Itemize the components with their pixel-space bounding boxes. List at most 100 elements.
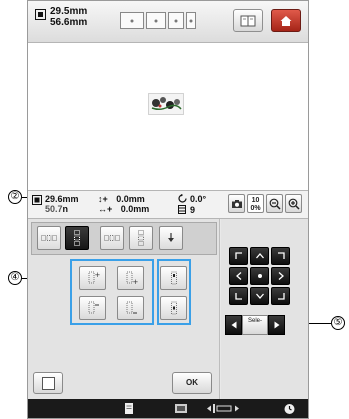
info-angle: 0.0° <box>190 194 207 204</box>
pattern-height: 56.6mm <box>50 17 88 28</box>
pattern-size-icon <box>32 195 42 205</box>
move-left-button[interactable] <box>229 267 248 285</box>
horizontal-offset-label: ↔+ <box>98 204 113 214</box>
help-book-icon <box>240 15 256 26</box>
center-top-button[interactable] <box>160 266 187 290</box>
vertical-offset-label: ↕+ <box>98 194 108 204</box>
embroidery-frame-indicator <box>120 12 198 29</box>
zoom-in-button[interactable] <box>285 194 302 213</box>
presser-foot-icon <box>207 404 239 413</box>
ok-button[interactable]: OK <box>172 372 212 394</box>
embroidery-unit-icon <box>175 404 187 413</box>
embroidery-preview-area <box>28 43 308 191</box>
zoom-level: 100% <box>250 197 261 212</box>
pattern-info-bar: 29.6mm 50.7n ↕+ 0.0mm ↔+ 0.0mm 0.0° 9 10… <box>28 191 308 219</box>
triangle-left-icon <box>231 321 236 329</box>
camera-button[interactable] <box>228 194 245 213</box>
zoom-level-display: 100% <box>247 194 264 213</box>
info-vertical-offset: ↕+ 0.0mm <box>98 194 145 204</box>
move-up-right-button[interactable] <box>271 247 290 265</box>
tab-vertical-align[interactable] <box>65 226 89 250</box>
info-color-count: 9 <box>190 205 196 215</box>
info-height: 50.7n <box>45 204 68 214</box>
align-top-minus-icon <box>88 301 99 314</box>
help-button[interactable] <box>233 9 263 32</box>
vertical-boxes-icon <box>74 230 80 246</box>
horizontal-offset-value: 0.0mm <box>120 204 150 214</box>
align-bottom-button[interactable]: + <box>117 266 144 290</box>
center-middle-icon <box>170 301 177 315</box>
corner-up-right-icon <box>277 252 285 259</box>
thread-color-icon <box>178 205 186 214</box>
move-keys-panel: Sele- <box>221 219 308 399</box>
info-width: 29.6mm <box>45 194 79 204</box>
cancel-box-icon <box>42 377 55 390</box>
center-middle-button[interactable] <box>160 296 187 320</box>
chevron-down-icon <box>255 293 264 299</box>
callout-2: ② <box>8 190 22 204</box>
move-up-button[interactable] <box>250 247 269 265</box>
move-down-right-button[interactable] <box>271 287 290 305</box>
callout-4: ④ <box>8 271 22 285</box>
chevron-left-icon <box>235 272 241 280</box>
move-up-left-button[interactable] <box>229 247 248 265</box>
tab-horizontal-align[interactable] <box>37 226 61 250</box>
tab-horizontal-spacing[interactable] <box>100 226 124 250</box>
corner-down-right-icon <box>277 293 285 300</box>
frame-small-icon <box>168 12 184 29</box>
rotation-icon <box>178 194 187 203</box>
svg-text:+: + <box>94 271 100 279</box>
zoom-in-icon <box>288 198 300 210</box>
home-icon <box>280 15 292 26</box>
top-bar: 29.5mm 56.6mm <box>28 1 308 43</box>
bottom-status-bar <box>28 399 308 418</box>
tab-arrange[interactable] <box>159 226 183 250</box>
document-icon <box>125 403 133 414</box>
timer-icon <box>284 404 295 414</box>
embroidery-edit-screen: 29.5mm 56.6mm 29.6mm 50.7n ↕+ 0.0mm ↔+ 0… <box>27 0 309 419</box>
pattern-select: Sele- <box>225 315 287 335</box>
info-height-suffix: n <box>62 204 69 214</box>
frame-medium-icon <box>146 12 166 29</box>
chevron-up-icon <box>255 253 264 259</box>
pattern-width: 29.5mm <box>50 6 88 17</box>
zoom-out-button[interactable] <box>266 194 283 213</box>
svg-text:+: + <box>132 278 138 285</box>
pattern-size: 29.5mm 56.6mm <box>50 6 87 28</box>
horizontal-spacing-icon <box>104 235 120 241</box>
cancel-button[interactable] <box>33 372 63 394</box>
info-height-partial: 50.7 <box>45 204 63 214</box>
align-bottom-minus-icon <box>126 301 137 314</box>
select-label: Sele- <box>242 315 268 335</box>
frame-xsmall-icon <box>186 12 196 29</box>
triangle-right-icon <box>274 321 279 329</box>
move-right-button[interactable] <box>271 267 290 285</box>
home-button[interactable] <box>271 9 301 32</box>
center-top-icon <box>170 271 177 285</box>
align-top-button[interactable]: + <box>79 266 106 290</box>
align-bottom-minus-button[interactable] <box>117 296 144 320</box>
align-top-icon: + <box>88 271 100 284</box>
vertical-spacing-icon <box>138 230 144 246</box>
frame-large-icon <box>120 12 144 29</box>
select-next-button[interactable] <box>268 315 285 335</box>
chevron-right-icon <box>278 272 284 280</box>
horizontal-boxes-icon <box>41 235 57 241</box>
align-top-minus-button[interactable] <box>79 296 106 320</box>
move-down-left-button[interactable] <box>229 287 248 305</box>
zoom-out-icon <box>269 198 281 210</box>
select-previous-button[interactable] <box>225 315 242 335</box>
tab-vertical-spacing[interactable] <box>129 226 153 250</box>
alignment-panel: + + OK <box>28 219 220 399</box>
pattern-size-icon <box>35 9 46 20</box>
arrow-down-icon <box>168 233 174 242</box>
corner-up-left-icon <box>234 252 242 259</box>
move-center-button[interactable] <box>250 267 269 285</box>
info-horizontal-offset: ↔+ 0.0mm <box>98 204 149 214</box>
vertical-offset-value: 0.0mm <box>116 194 145 204</box>
corner-down-left-icon <box>234 293 242 300</box>
move-down-button[interactable] <box>250 287 269 305</box>
callout-5: ⑤ <box>331 316 345 330</box>
center-dot-icon <box>257 274 262 278</box>
align-bottom-icon: + <box>126 271 138 285</box>
